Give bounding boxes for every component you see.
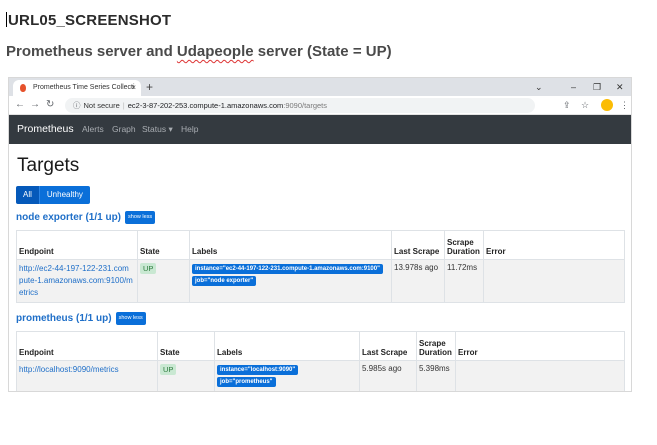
subtitle-part-2: server (State = UP) — [253, 43, 392, 60]
bookmark-star-icon[interactable]: ☆ — [581, 98, 589, 113]
nav-status-dropdown[interactable]: Status ▾ — [142, 115, 173, 144]
forward-button[interactable]: → — [30, 98, 40, 112]
scrape-duration-cell: 11.72ms — [444, 259, 484, 303]
error-cell — [455, 360, 625, 391]
label-job-badge: job="prometheus" — [217, 377, 276, 387]
state-cell: UP — [157, 360, 215, 391]
node-exporter-section-title[interactable]: node exporter (1/1 up) — [16, 212, 121, 223]
column-header-scrape-duration: Scrape Duration — [444, 230, 484, 260]
subtitle-part-1: Prometheus server and — [6, 43, 177, 60]
table-header-row: Endpoint State Labels Last Scrape Scrape… — [16, 230, 625, 260]
tab-bar: Prometheus Time Series Collecti × + ⌄ – … — [9, 78, 631, 96]
column-header-labels: Labels — [214, 331, 360, 361]
site-info-icon[interactable]: ⓘ — [73, 101, 81, 110]
column-header-labels: Labels — [189, 230, 392, 260]
filter-all-button[interactable]: All — [16, 186, 39, 204]
tab-close-icon[interactable]: × — [131, 80, 136, 96]
endpoint-link[interactable]: http://localhost:9090/metrics — [19, 364, 155, 376]
restore-button[interactable]: ❐ — [593, 78, 601, 96]
column-header-scrape-duration: Scrape Duration — [416, 331, 456, 361]
page-title: Targets — [17, 155, 80, 176]
column-header-state: State — [157, 331, 215, 361]
column-header-error: Error — [455, 331, 625, 361]
endpoint-link[interactable]: http://ec2-44-197-122-231.com pute-1.ama… — [19, 263, 135, 299]
endpoint-line: http://localhost:9090/metrics — [19, 365, 119, 374]
back-button[interactable]: ← — [15, 98, 25, 112]
subtitle-misspelled-word: Udapeople — [176, 43, 254, 60]
endpoint-line: etrics — [19, 288, 39, 297]
url-separator: | — [122, 101, 125, 110]
labels-cell: instance="localhost:9090" job="prometheu… — [214, 360, 360, 391]
column-header-endpoint: Endpoint — [16, 230, 138, 260]
endpoint-line: http://ec2-44-197-122-231.com — [19, 264, 129, 273]
prometheus-favicon-icon — [20, 84, 26, 92]
filter-button-group: All Unhealthy — [16, 186, 625, 204]
targets-page: Targets All Unhealthy node exporter (1/1… — [16, 146, 625, 391]
prometheus-show-less-button[interactable]: show less — [115, 312, 146, 325]
reload-button[interactable]: ↻ — [46, 98, 54, 112]
table-row: http://localhost:9090/metrics UP instanc… — [16, 360, 625, 391]
label-instance-badge: instance="localhost:9090" — [217, 365, 299, 375]
error-cell — [483, 259, 625, 303]
table-row: http://ec2-44-197-122-231.com pute-1.ama… — [16, 259, 625, 303]
node-exporter-show-less-button[interactable]: show less — [125, 211, 156, 224]
browser-tab[interactable]: Prometheus Time Series Collecti × — [13, 80, 141, 96]
minimize-button[interactable]: – — [571, 78, 576, 96]
prometheus-section-header: prometheus (1/1 up) show less — [16, 312, 625, 325]
last-scrape-cell: 5.985s ago — [359, 360, 417, 391]
prometheus-navbar: Prometheus Alerts Graph Status ▾ Help — [9, 115, 631, 144]
security-label: Not secure — [83, 101, 120, 110]
column-header-last-scrape: Last Scrape — [391, 230, 445, 260]
tab-search-chevron-icon[interactable]: ⌄ — [535, 78, 543, 96]
node-exporter-targets-table: Endpoint State Labels Last Scrape Scrape… — [16, 230, 625, 303]
last-scrape-cell: 13.978s ago — [391, 259, 445, 303]
label-instance-badge: instance="ec2-44-197-122-231.compute-1.a… — [192, 264, 383, 274]
labels-cell: instance="ec2-44-197-122-231.compute-1.a… — [189, 259, 392, 303]
prometheus-section-title[interactable]: prometheus (1/1 up) — [16, 313, 112, 324]
column-header-endpoint: Endpoint — [16, 331, 158, 361]
column-header-error: Error — [483, 230, 625, 260]
scrape-duration-cell: 5.398ms — [416, 360, 456, 391]
brand-link[interactable]: Prometheus — [17, 115, 74, 144]
document-subtitle: Prometheus server and Udapeople server (… — [6, 43, 392, 60]
new-tab-button[interactable]: + — [146, 78, 153, 96]
filter-unhealthy-button[interactable]: Unhealthy — [38, 186, 90, 204]
endpoint-cell: http://localhost:9090/metrics — [16, 360, 158, 391]
state-up-badge: UP — [140, 263, 157, 274]
column-header-last-scrape: Last Scrape — [359, 331, 417, 361]
state-up-badge: UP — [160, 364, 177, 375]
browser-menu-icon[interactable]: ⋮ — [620, 98, 629, 113]
nav-alerts[interactable]: Alerts — [82, 115, 104, 144]
share-icon[interactable]: ⇪ — [563, 98, 571, 113]
node-exporter-section-header: node exporter (1/1 up) show less — [16, 211, 625, 224]
extension-icon[interactable] — [601, 99, 613, 111]
tab-title: Prometheus Time Series Collecti — [33, 84, 135, 91]
prometheus-targets-table: Endpoint State Labels Last Scrape Scrape… — [16, 331, 625, 391]
url-path: :9090/targets — [283, 101, 328, 110]
endpoint-cell: http://ec2-44-197-122-231.com pute-1.ama… — [16, 259, 138, 303]
browser-window: Prometheus Time Series Collecti × + ⌄ – … — [8, 77, 632, 392]
document-title-text: URL05_SCREENSHOT — [8, 12, 172, 29]
text-cursor — [6, 12, 7, 27]
nav-graph[interactable]: Graph — [112, 115, 136, 144]
address-bar-row: ← → ↻ ⓘ Not secure | ec2-3-87-202-253.compu… — [9, 96, 631, 115]
label-job-badge: job="node exporter" — [192, 276, 257, 286]
state-cell: UP — [137, 259, 190, 303]
close-window-button[interactable]: ✕ — [616, 78, 624, 96]
nav-help[interactable]: Help — [181, 115, 198, 144]
column-header-state: State — [137, 230, 190, 260]
url-input[interactable]: ⓘ Not secure | ec2-3-87-202-253.compute-1.a… — [65, 98, 535, 113]
url-host: ec2-3-87-202-253.compute-1.amazonaws.com — [127, 101, 284, 110]
table-header-row: Endpoint State Labels Last Scrape Scrape… — [16, 331, 625, 361]
document-title: URL05_SCREENSHOT — [6, 12, 171, 29]
endpoint-line: pute-1.amazonaws.com:9100/m — [19, 276, 133, 285]
